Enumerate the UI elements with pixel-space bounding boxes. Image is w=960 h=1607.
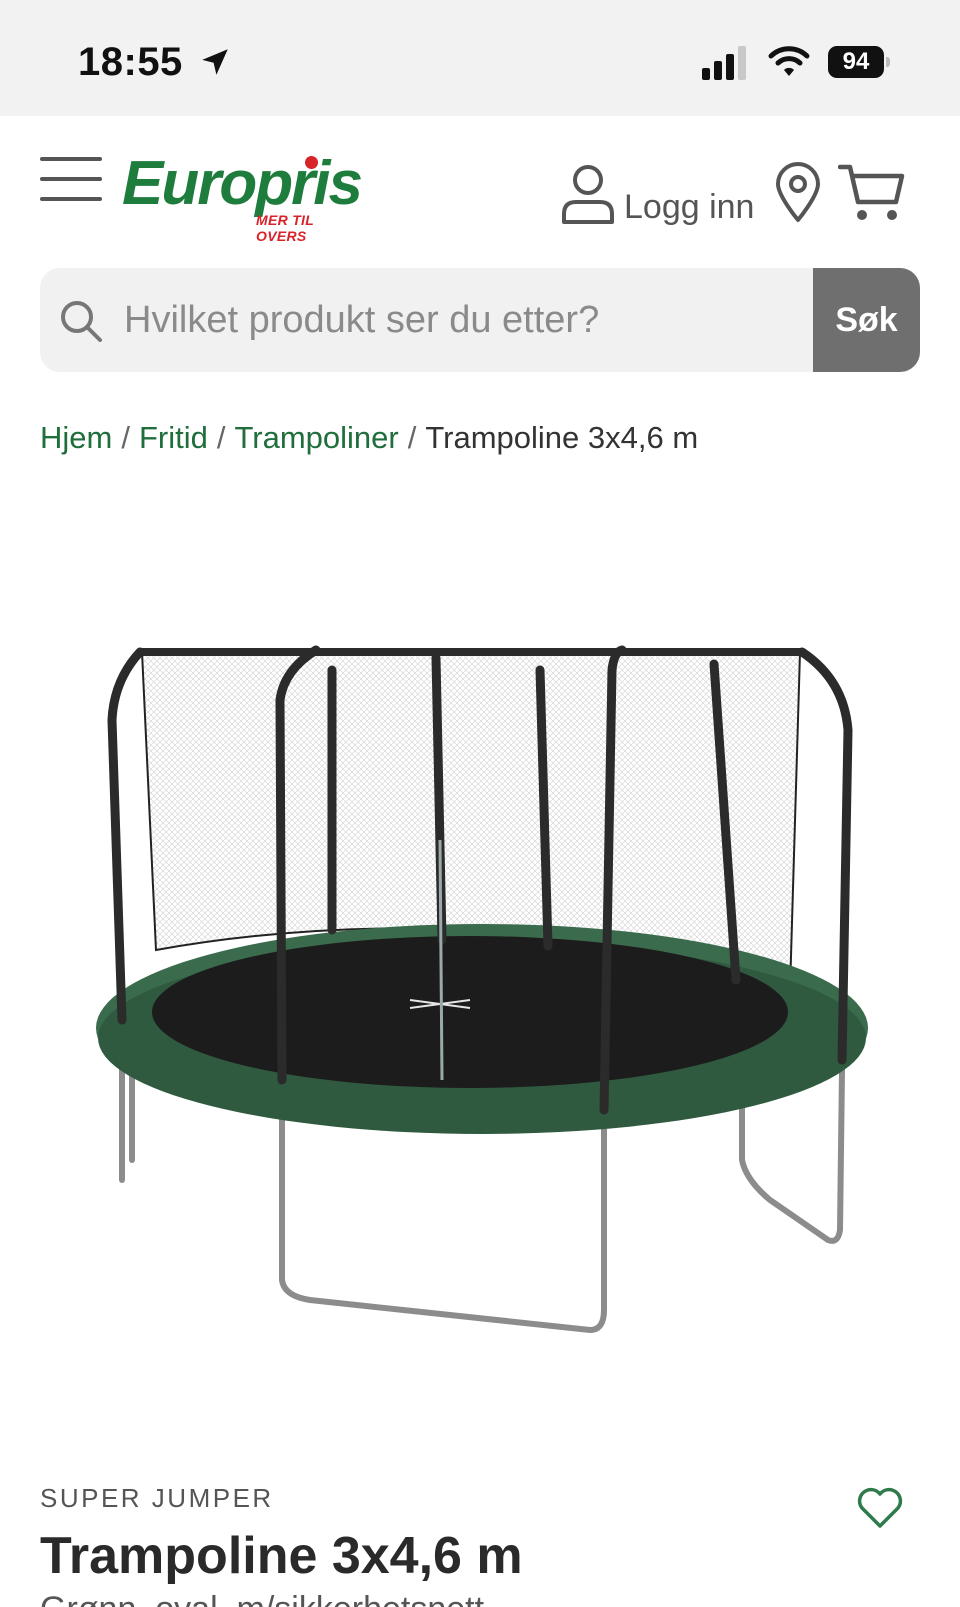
logo-wordmark: Europris	[122, 149, 363, 218]
battery-level: 94	[828, 46, 884, 78]
location-arrow-icon	[202, 49, 228, 75]
breadcrumb: Hjem / Fritid / Trampoliner / Trampoline 3x4,6…	[40, 420, 698, 456]
search-input[interactable]	[124, 268, 824, 372]
europris-logo[interactable]: Europris MER TIL OVERS	[122, 149, 363, 245]
logo-dot	[305, 156, 318, 169]
breadcrumb-link-fritid[interactable]: Fritid	[139, 420, 208, 455]
hamburger-menu-icon[interactable]	[40, 157, 104, 203]
search-bar: Søk	[40, 268, 920, 372]
product-title: Trampoline 3x4,6 m	[40, 1527, 523, 1585]
user-icon[interactable]	[560, 164, 616, 226]
shopping-cart-icon[interactable]	[838, 162, 906, 224]
login-link[interactable]: Logg inn	[624, 188, 754, 227]
wifi-icon	[768, 46, 810, 76]
heart-outline-icon[interactable]	[856, 1486, 904, 1530]
search-button[interactable]: Søk	[813, 268, 920, 372]
product-image[interactable]	[70, 640, 890, 1380]
jumping-mat	[152, 936, 788, 1088]
net-zipper	[438, 839, 444, 1081]
map-pin-icon[interactable]	[774, 162, 822, 224]
cellular-signal-icon	[702, 46, 746, 80]
breadcrumb-separator: /	[407, 420, 417, 455]
logo-tagline: MER TIL OVERS	[256, 212, 314, 244]
status-time: 18:55	[78, 40, 183, 84]
breadcrumb-separator: /	[216, 420, 226, 455]
breadcrumb-link-trampoliner[interactable]: Trampoliner	[234, 420, 398, 455]
battery-icon: 94	[828, 46, 890, 78]
breadcrumb-separator: /	[121, 420, 130, 455]
product-brand: SUPER JUMPER	[40, 1483, 274, 1513]
breadcrumb-current: Trampoline 3x4,6 m	[425, 420, 699, 455]
status-bar: 18:55 94	[0, 0, 960, 116]
battery-tip	[886, 57, 890, 67]
product-subtitle: Grønn, oval, m/sikkerhetsnett	[40, 1590, 484, 1607]
breadcrumb-link-home[interactable]: Hjem	[40, 420, 112, 455]
search-icon	[61, 301, 102, 342]
